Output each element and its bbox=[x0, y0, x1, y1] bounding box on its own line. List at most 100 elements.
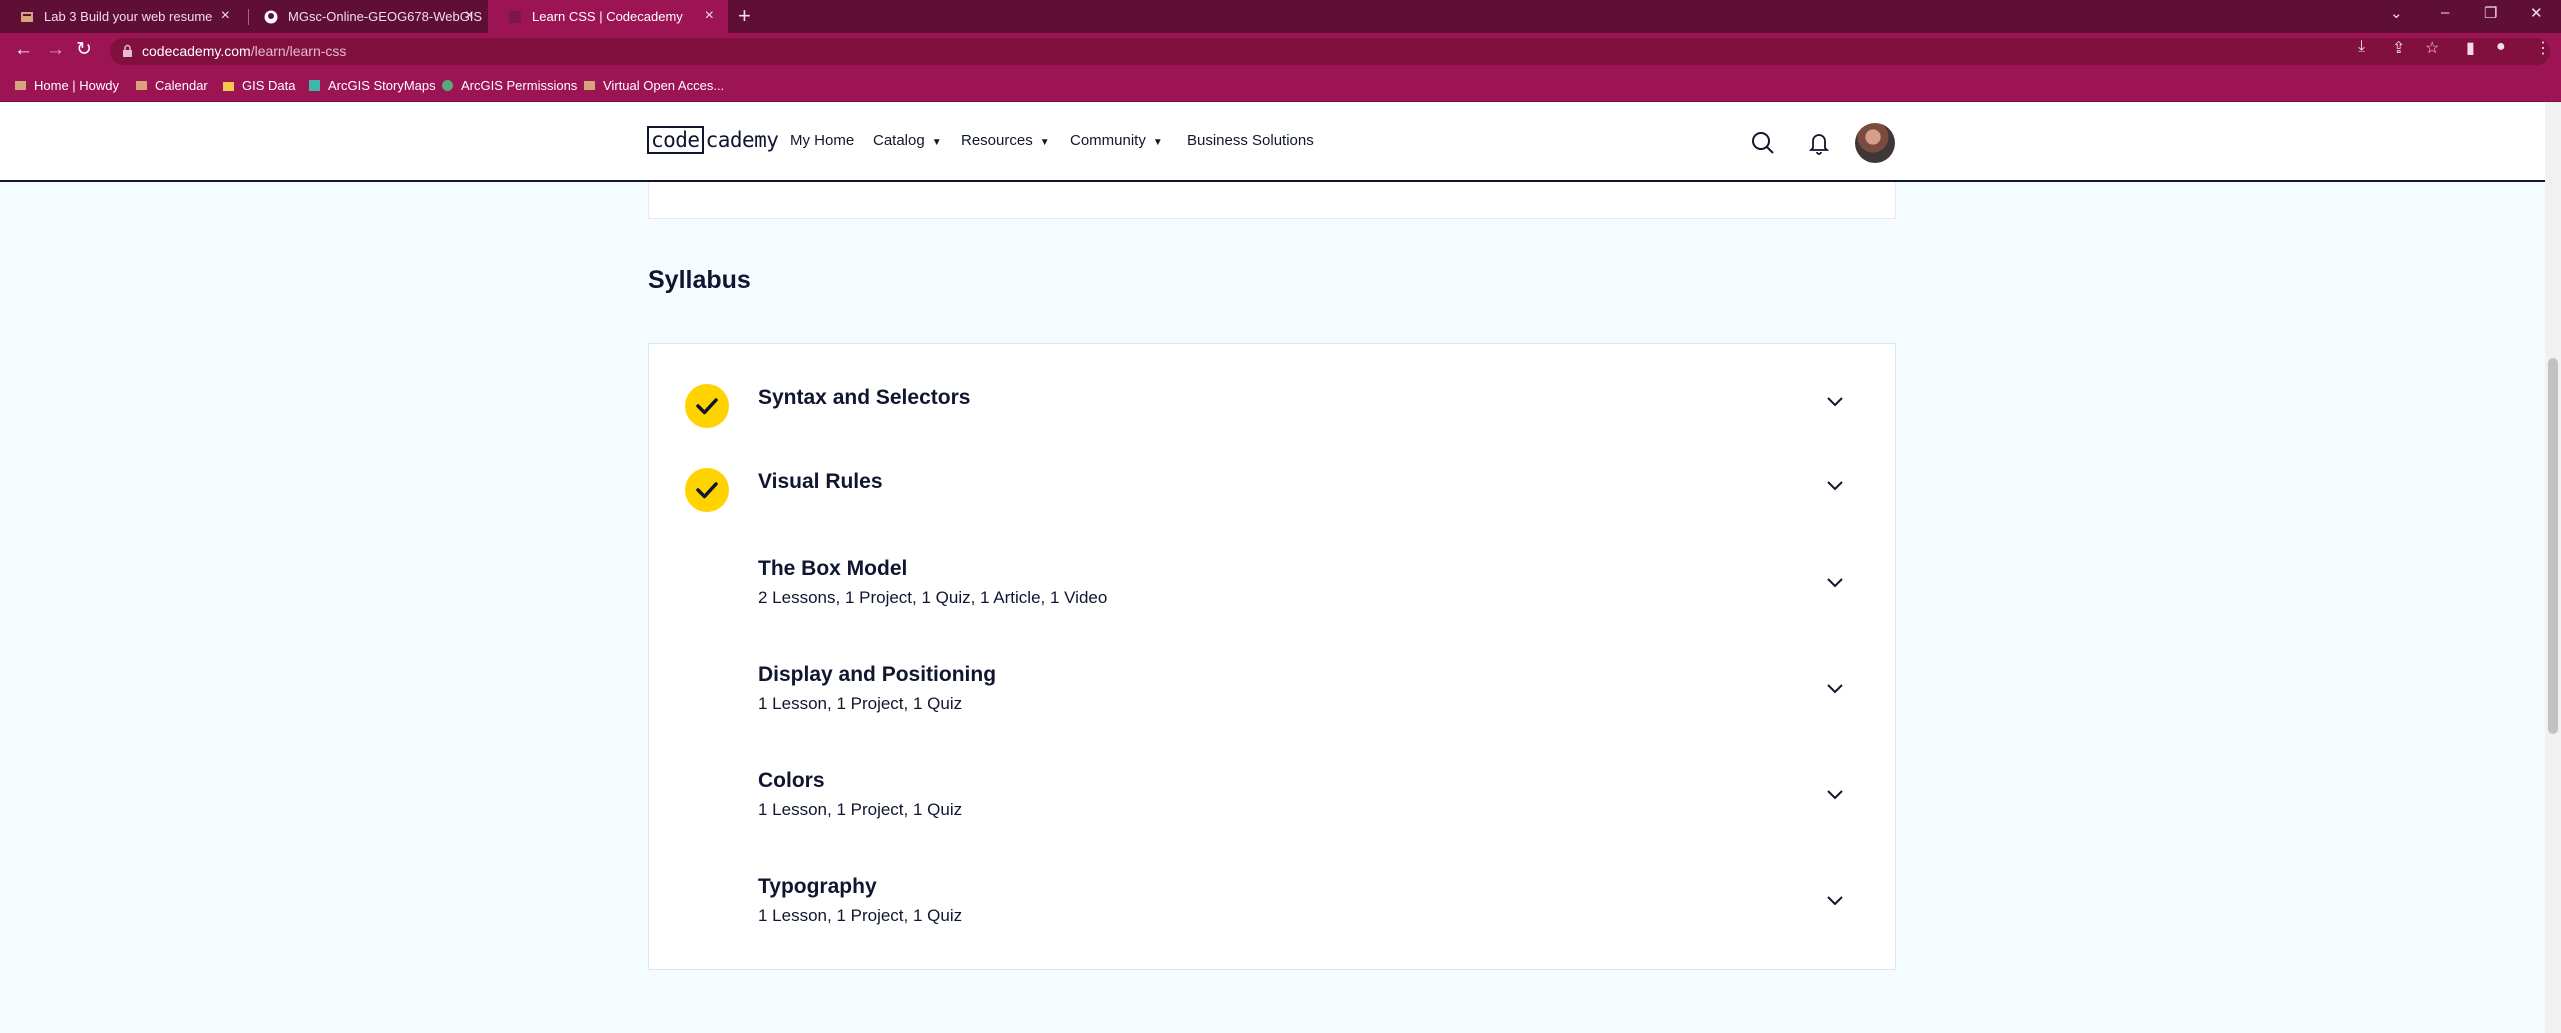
close-icon[interactable]: × bbox=[221, 8, 230, 24]
bookmark-star-icon[interactable]: ☆ bbox=[2425, 38, 2439, 58]
previous-section-card bbox=[648, 182, 1896, 219]
globe-icon bbox=[441, 79, 454, 92]
browser-tab-active[interactable]: Learn CSS | Codecademy × bbox=[488, 0, 728, 33]
module-title: Typography bbox=[758, 875, 877, 898]
browser-toolbar: ← → ↻ codecademy.com/learn/learn-css ⤓ ⇪… bbox=[0, 33, 2561, 70]
browser-tab[interactable]: MGsc-Online-GEOG678-WebGIS × bbox=[244, 0, 488, 33]
chevron-down-icon[interactable] bbox=[1826, 788, 1844, 800]
bookmark-label: Calendar bbox=[155, 78, 208, 93]
completed-check-icon bbox=[685, 468, 729, 512]
close-icon[interactable]: × bbox=[465, 8, 474, 24]
tamu-icon bbox=[14, 79, 27, 92]
module-title: Display and Positioning bbox=[758, 663, 997, 686]
syllabus-module[interactable]: Display and Positioning 1 Lesson, 1 Proj… bbox=[649, 650, 1895, 750]
chevron-down-icon[interactable] bbox=[1826, 479, 1844, 491]
syllabus-module[interactable]: Syntax and Selectors bbox=[649, 344, 1895, 428]
chevron-down-icon[interactable] bbox=[1826, 576, 1844, 588]
syllabus-module[interactable]: The Box Model 2 Lessons, 1 Project, 1 Qu… bbox=[649, 544, 1895, 644]
bookmark-item[interactable]: ArcGIS StoryMaps bbox=[308, 78, 436, 93]
chevron-down-icon[interactable] bbox=[1826, 395, 1844, 407]
bookmarks-bar: Home | Howdy Calendar GIS Data ArcGIS St… bbox=[0, 70, 2561, 102]
nav-label: My Home bbox=[790, 132, 855, 149]
window-close-icon[interactable]: ✕ bbox=[2530, 4, 2543, 22]
logo-rest: cademy bbox=[705, 128, 779, 152]
tab-title: Learn CSS | Codecademy bbox=[532, 9, 683, 24]
bookmark-item[interactable]: Virtual Open Acces... bbox=[583, 78, 724, 93]
logo-code: code bbox=[647, 126, 704, 154]
chevron-down-icon[interactable] bbox=[1826, 682, 1844, 694]
back-icon[interactable]: ← bbox=[14, 40, 33, 60]
address-bar[interactable]: codecademy.com/learn/learn-css bbox=[110, 38, 2550, 65]
side-panel-icon[interactable]: ▮ bbox=[2466, 38, 2475, 58]
bookmark-item[interactable]: ArcGIS Permissions bbox=[441, 78, 577, 93]
nav-label: Business Solutions bbox=[1187, 132, 1314, 149]
menu-kebab-icon[interactable]: ⋮ bbox=[2535, 38, 2551, 58]
bell-icon[interactable] bbox=[1808, 131, 1830, 160]
github-icon bbox=[264, 10, 278, 24]
bookmark-label: Virtual Open Acces... bbox=[603, 78, 725, 93]
bookmark-label: ArcGIS StoryMaps bbox=[328, 78, 436, 93]
tab-title: Lab 3 Build your web resume bbox=[44, 9, 213, 24]
folder-icon bbox=[222, 79, 235, 92]
browser-tab[interactable]: Lab 3 Build your web resume × bbox=[0, 0, 244, 33]
tab-title: MGsc-Online-GEOG678-WebGIS bbox=[288, 9, 483, 24]
tab-search-icon[interactable]: ⌄ bbox=[2390, 4, 2403, 22]
completed-check-icon bbox=[685, 384, 729, 428]
module-title: Colors bbox=[758, 769, 825, 792]
avatar[interactable] bbox=[1855, 123, 1895, 163]
nav-resources[interactable]: Resources ▼ bbox=[961, 132, 1050, 149]
storymaps-icon bbox=[308, 79, 321, 92]
syllabus-module[interactable]: Colors 1 Lesson, 1 Project, 1 Quiz bbox=[649, 756, 1895, 856]
tamu-icon bbox=[583, 79, 596, 92]
search-icon[interactable] bbox=[1751, 131, 1775, 160]
bookmark-item[interactable]: Calendar bbox=[135, 78, 208, 93]
nav-label: Resources bbox=[961, 132, 1033, 149]
url-host: codecademy.com bbox=[142, 43, 251, 59]
tamu-icon bbox=[20, 10, 34, 24]
install-icon[interactable]: ⤓ bbox=[2358, 38, 2365, 56]
bookmark-label: ArcGIS Permissions bbox=[461, 78, 578, 93]
nav-community[interactable]: Community ▼ bbox=[1070, 132, 1163, 149]
nav-business-solutions[interactable]: Business Solutions bbox=[1187, 132, 1314, 149]
caret-down-icon: ▼ bbox=[1152, 137, 1163, 148]
restore-icon[interactable]: ❐ bbox=[2484, 4, 2497, 22]
nav-label: Community bbox=[1070, 132, 1146, 149]
minimize-icon[interactable]: – bbox=[2441, 4, 2449, 21]
module-title: Visual Rules bbox=[758, 470, 883, 493]
module-meta: 2 Lessons, 1 Project, 1 Quiz, 1 Article,… bbox=[758, 588, 1108, 607]
lock-icon bbox=[122, 44, 133, 58]
caret-down-icon: ▼ bbox=[931, 137, 942, 148]
module-meta: 1 Lesson, 1 Project, 1 Quiz bbox=[758, 694, 963, 713]
url-text: codecademy.com/learn/learn-css bbox=[142, 43, 346, 59]
bookmark-label: GIS Data bbox=[242, 78, 296, 93]
profile-icon[interactable]: ● bbox=[2496, 38, 2506, 56]
caret-down-icon: ▼ bbox=[1039, 137, 1050, 148]
nav-label: Catalog bbox=[873, 132, 925, 149]
bookmark-label: Home | Howdy bbox=[34, 78, 120, 93]
module-meta: 1 Lesson, 1 Project, 1 Quiz bbox=[758, 906, 963, 925]
forward-icon[interactable]: → bbox=[46, 40, 65, 60]
syllabus-module[interactable]: Visual Rules bbox=[649, 424, 1895, 512]
module-title: The Box Model bbox=[758, 557, 908, 580]
syllabus-heading: Syllabus bbox=[648, 266, 751, 294]
bookmark-item[interactable]: GIS Data bbox=[222, 78, 295, 93]
share-icon[interactable]: ⇪ bbox=[2392, 38, 2405, 58]
nav-my-home[interactable]: My Home bbox=[790, 132, 854, 149]
site-header: code cademy My Home Catalog ▼ Resources ▼ C… bbox=[0, 102, 2545, 182]
close-icon[interactable]: × bbox=[705, 8, 714, 24]
url-path: /learn/learn-css bbox=[250, 43, 347, 59]
browser-tab-strip: Lab 3 Build your web resume × MGsc-Onlin… bbox=[0, 0, 2561, 33]
scrollbar-thumb[interactable] bbox=[2548, 358, 2558, 734]
bookmark-item[interactable]: Home | Howdy bbox=[14, 78, 119, 93]
codecademy-favicon-icon bbox=[508, 10, 522, 24]
module-title: Syntax and Selectors bbox=[758, 386, 971, 409]
chevron-down-icon[interactable] bbox=[1826, 894, 1844, 906]
new-tab-button[interactable]: + bbox=[738, 4, 751, 28]
reload-icon[interactable]: ↻ bbox=[76, 40, 92, 60]
module-meta: 1 Lesson, 1 Project, 1 Quiz bbox=[758, 800, 963, 819]
codecademy-logo[interactable]: code cademy bbox=[647, 125, 779, 155]
tamu-icon bbox=[135, 79, 148, 92]
syllabus-list: Syntax and Selectors Visual Rules The Bo… bbox=[648, 343, 1896, 970]
syllabus-module[interactable]: Typography 1 Lesson, 1 Project, 1 Quiz bbox=[649, 862, 1895, 962]
nav-catalog[interactable]: Catalog ▼ bbox=[873, 132, 942, 149]
